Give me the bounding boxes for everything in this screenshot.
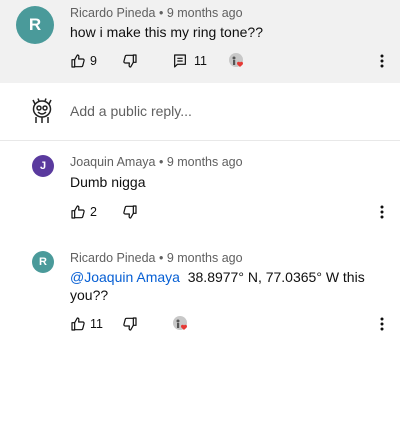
reply-count: 11 (194, 54, 207, 68)
like-button[interactable]: 11 (70, 316, 103, 332)
avatar[interactable]: R (16, 6, 54, 44)
avatar[interactable]: R (32, 251, 54, 273)
divider (0, 140, 400, 141)
meta-separator: • (158, 6, 164, 20)
like-count: 2 (90, 205, 97, 219)
meta-separator: • (158, 155, 164, 169)
comment-meta: Joaquin Amaya • 9 months ago (70, 155, 243, 169)
more-vert-icon[interactable] (380, 317, 384, 331)
thumb-up-icon (71, 54, 85, 68)
like-count: 11 (90, 317, 103, 331)
avatar-letter: J (39, 160, 47, 172)
avatar-letter: R (28, 15, 42, 34)
avatar-letter: R (39, 256, 47, 268)
creator-heart-icon (229, 53, 243, 67)
comment-text: @Joaquin Amaya 38.8977° N, 77.0365° W th… (70, 269, 365, 285)
public-reply-input[interactable]: Add a public reply... (70, 103, 192, 119)
comment-text: Dumb nigga (70, 174, 146, 190)
cartoon-avatar-icon[interactable] (30, 98, 54, 124)
comment-icon (174, 54, 186, 68)
highlighted-comment: R Ricardo Pineda • 9 months ago how i ma… (0, 0, 400, 83)
comment-author[interactable]: Ricardo Pineda (70, 6, 155, 20)
comment-text: how i make this my ring tone?? (70, 24, 263, 40)
comment-age[interactable]: 9 months ago (167, 251, 243, 265)
comment-text-line2: you?? (70, 287, 109, 303)
comment-meta: Ricardo Pineda • 9 months ago (70, 251, 243, 265)
thumb-up-icon (71, 205, 85, 219)
comment-text-line1: 38.8977° N, 77.0365° W this (187, 269, 365, 285)
thumb-down-icon (123, 54, 137, 68)
like-count: 9 (90, 54, 97, 68)
like-button[interactable]: 2 (70, 204, 97, 220)
comment-author[interactable]: Joaquin Amaya (70, 155, 155, 169)
thumb-up-icon (71, 317, 85, 331)
thumb-down-icon (123, 205, 137, 219)
comment-age[interactable]: 9 months ago (167, 6, 243, 20)
replies-button[interactable]: 11 (172, 53, 207, 69)
comment-meta: Ricardo Pineda • 9 months ago (70, 6, 243, 20)
comment-author[interactable]: Ricardo Pineda (70, 251, 155, 265)
dislike-button[interactable] (122, 53, 138, 69)
avatar[interactable]: J (32, 155, 54, 177)
thumb-down-icon (123, 317, 137, 331)
more-vert-icon[interactable] (380, 205, 384, 219)
mention-link[interactable]: @Joaquin Amaya (70, 269, 180, 285)
dislike-button[interactable] (122, 316, 138, 332)
dislike-button[interactable] (122, 204, 138, 220)
comment-age[interactable]: 9 months ago (167, 155, 243, 169)
more-vert-icon[interactable] (380, 54, 384, 68)
creator-heart-icon (173, 316, 187, 330)
meta-separator: • (158, 251, 164, 265)
like-button[interactable]: 9 (70, 53, 97, 69)
